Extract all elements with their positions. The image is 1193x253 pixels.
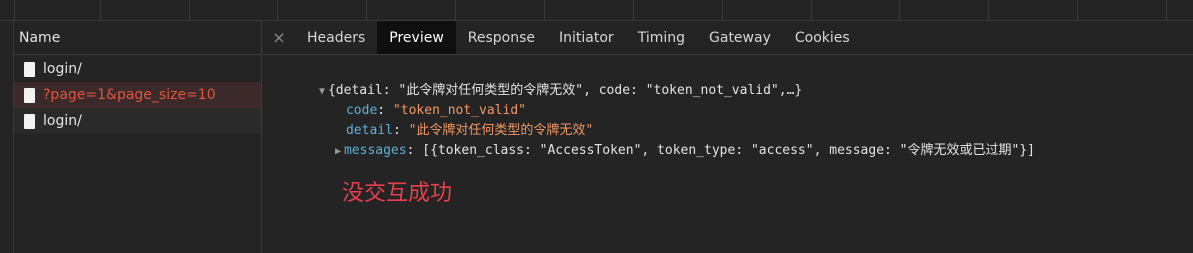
request-label: login/ xyxy=(43,113,82,129)
json-root-line[interactable]: ▼ {detail: "此令牌对任何类型的令牌无效", code: "token_… xyxy=(263,61,1193,98)
json-preview: ▼ {detail: "此令牌对任何类型的令牌无效", code: "token_… xyxy=(263,55,1193,158)
request-list: Name login/ ?page=1&page_size=10 login/ xyxy=(14,21,262,253)
collapsed-triangle-icon[interactable]: ▶ xyxy=(332,142,344,162)
tab-headers[interactable]: Headers xyxy=(295,21,377,54)
detail-tabbar: × Headers Preview Response Initiator Tim… xyxy=(263,21,1193,55)
timeline-ruler xyxy=(0,0,1193,21)
document-icon xyxy=(24,87,35,103)
document-icon xyxy=(24,113,35,129)
request-label: ?page=1&page_size=10 xyxy=(43,87,216,103)
name-column-header[interactable]: Name xyxy=(14,21,261,55)
document-icon xyxy=(24,61,35,77)
request-item-login-2[interactable]: login/ xyxy=(14,108,261,134)
request-label: login/ xyxy=(43,61,82,77)
close-icon[interactable]: × xyxy=(263,21,295,54)
tab-preview[interactable]: Preview xyxy=(377,21,456,54)
request-item-page-query[interactable]: ?page=1&page_size=10 xyxy=(14,82,261,108)
detail-pane: × Headers Preview Response Initiator Tim… xyxy=(263,21,1193,253)
annotation-text: 没交互成功 xyxy=(342,181,453,206)
tab-cookies[interactable]: Cookies xyxy=(783,21,862,54)
expanded-triangle-icon[interactable]: ▼ xyxy=(316,82,328,102)
tab-timing[interactable]: Timing xyxy=(626,21,697,54)
tab-gateway[interactable]: Gateway xyxy=(697,21,783,54)
tab-response[interactable]: Response xyxy=(456,21,547,54)
request-item-login[interactable]: login/ xyxy=(14,56,261,82)
left-gutter xyxy=(0,21,14,253)
tab-initiator[interactable]: Initiator xyxy=(547,21,626,54)
